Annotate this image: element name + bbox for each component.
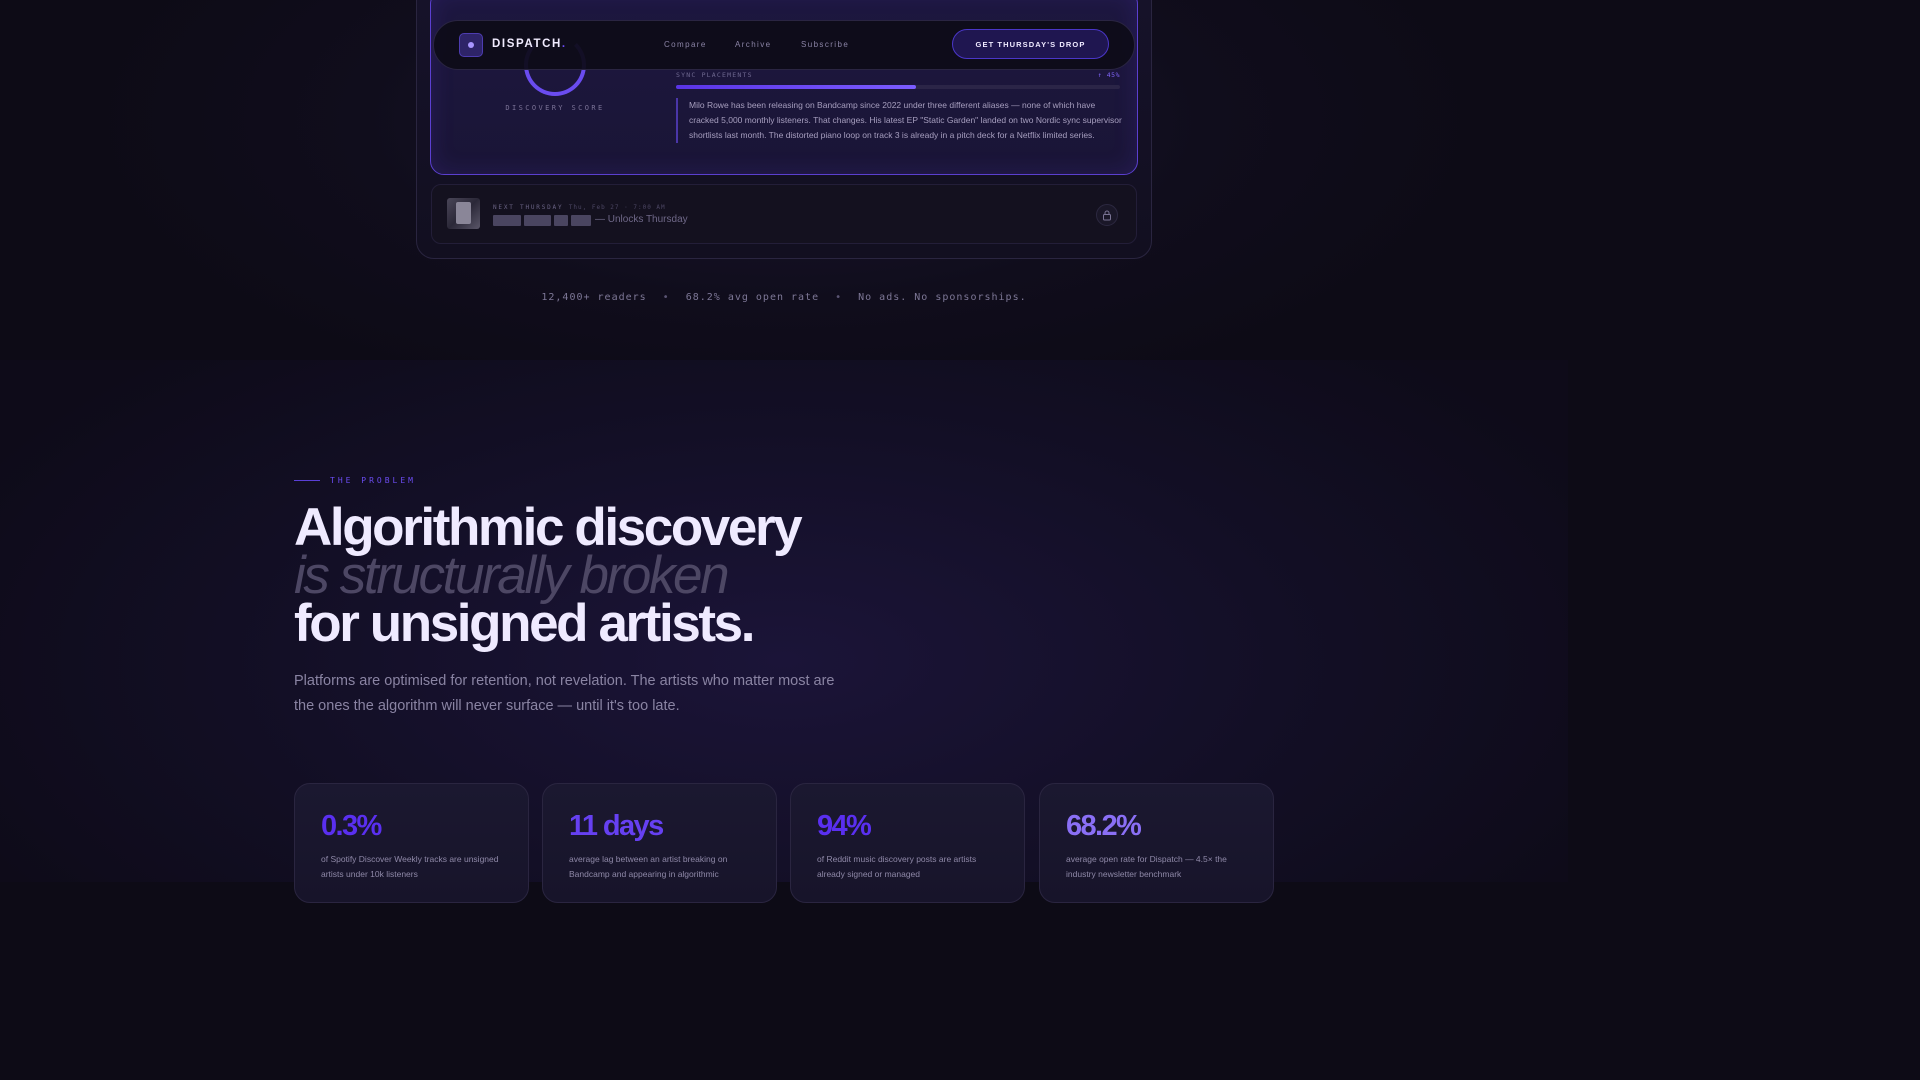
open-rate-stat: 68.2% avg open rate bbox=[685, 292, 820, 303]
no-ads-stat: No ads. No sponsorships. bbox=[858, 292, 1027, 303]
stats-separator: • bbox=[835, 292, 843, 303]
nav-link-subscribe[interactable]: Subscribe bbox=[801, 40, 849, 49]
problem-subtext: Platforms are optimised for retention, n… bbox=[294, 673, 835, 714]
redacted-text-block bbox=[524, 215, 551, 226]
sync-placements-label: SYNC PLACEMENTS bbox=[676, 71, 753, 79]
stat-card-value: 11 days bbox=[569, 810, 664, 842]
stats-separator: • bbox=[662, 292, 670, 303]
stat-card: 0.3% of Spotify Discover Weekly tracks a… bbox=[294, 783, 529, 903]
discovery-score-label: DISCOVERY SCORE bbox=[505, 104, 605, 112]
stat-card-value: 0.3% bbox=[321, 810, 382, 842]
next-issue-thumbnail bbox=[447, 198, 480, 229]
brand-name[interactable]: DISPATCH. bbox=[492, 38, 567, 50]
headline-line-3: for unsigned artists. bbox=[294, 594, 755, 653]
next-issue-label: NEXT THURSDAY Thu, Feb 27 · 7:00 AM bbox=[493, 204, 666, 211]
stat-card-description: of Reddit music discovery posts are arti… bbox=[817, 854, 977, 879]
unlocks-thursday-text: — Unlocks Thursday bbox=[595, 214, 688, 225]
logo-dot bbox=[468, 42, 474, 48]
problem-headline: Algorithmic discovery is structurally br… bbox=[294, 498, 1094, 653]
readers-stat: 12,400+ readers bbox=[541, 292, 647, 303]
stat-card: 68.2% average open rate for Dispatch — 4… bbox=[1039, 783, 1274, 903]
brand-dot: . bbox=[561, 38, 567, 50]
artist-blurb: Milo Rowe has been releasing on Bandcamp… bbox=[676, 98, 1124, 143]
brand-text: DISPATCH bbox=[492, 38, 562, 50]
sync-progress-fill bbox=[676, 85, 916, 89]
stat-card-description: average open rate for Dispatch — 4.5× th… bbox=[1066, 854, 1227, 879]
stat-card: 11 days average lag between an artist br… bbox=[542, 783, 777, 903]
sync-placements-value: ↑ 45% bbox=[1097, 71, 1120, 79]
stat-card-description: of Spotify Discover Weekly tracks are un… bbox=[321, 854, 499, 879]
stat-card-value: 94% bbox=[817, 810, 872, 842]
get-thursdays-drop-button[interactable]: GET THURSDAY'S DROP bbox=[952, 29, 1109, 59]
section-eyebrow: THE PROBLEM bbox=[330, 476, 416, 485]
headline-line-1: Algorithmic discovery bbox=[294, 498, 803, 557]
nav-link-compare[interactable]: Compare bbox=[664, 40, 707, 49]
redacted-text-block bbox=[493, 215, 521, 226]
next-issue-row bbox=[431, 184, 1137, 244]
sync-progress-track bbox=[676, 85, 1120, 89]
lock-icon[interactable] bbox=[1096, 204, 1118, 226]
redacted-text-block bbox=[554, 215, 568, 226]
stat-card-value: 68.2% bbox=[1066, 810, 1142, 842]
social-proof-stats: 12,400+ readers • 68.2% avg open rate • No a… bbox=[0, 292, 1568, 303]
lock-icon-glyph bbox=[1103, 210, 1111, 220]
eyebrow-rule bbox=[294, 480, 320, 481]
logo-icon[interactable] bbox=[459, 33, 483, 57]
redacted-text-block bbox=[571, 215, 591, 226]
nav-link-archive[interactable]: Archive bbox=[735, 40, 771, 49]
stat-card-description: average lag between an artist breaking o… bbox=[569, 854, 728, 879]
next-issue-heading: NEXT THURSDAY bbox=[493, 204, 564, 211]
stat-card: 94% of Reddit music discovery posts are … bbox=[790, 783, 1025, 903]
next-issue-date: Thu, Feb 27 · 7:00 AM bbox=[568, 204, 666, 211]
headline-line-2: is structurally broken bbox=[294, 546, 730, 605]
